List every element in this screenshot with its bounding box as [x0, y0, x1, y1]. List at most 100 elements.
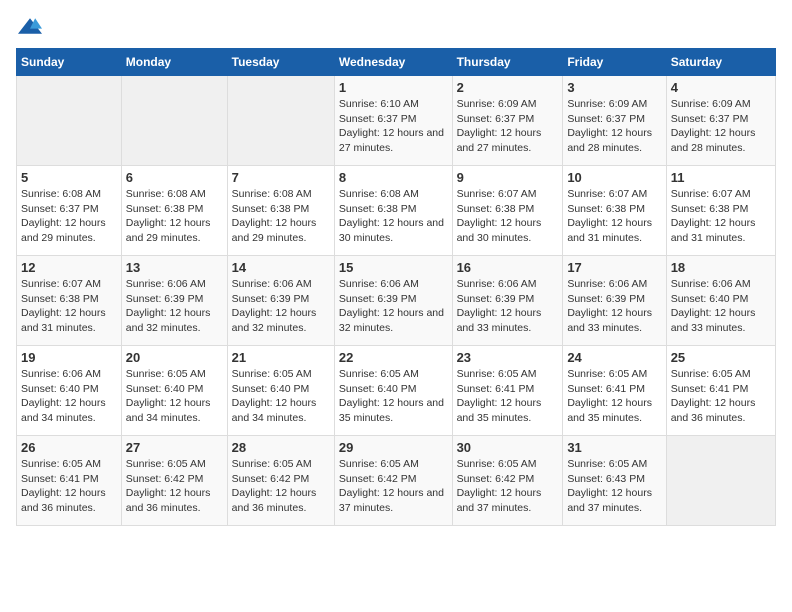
day-number: 3: [567, 80, 661, 95]
day-info: Sunrise: 6:07 AM Sunset: 6:38 PM Dayligh…: [671, 187, 771, 246]
calendar-cell: 6Sunrise: 6:08 AM Sunset: 6:38 PM Daylig…: [121, 166, 227, 256]
day-number: 5: [21, 170, 117, 185]
calendar-cell: 13Sunrise: 6:06 AM Sunset: 6:39 PM Dayli…: [121, 256, 227, 346]
calendar-cell: 3 Sunrise: 6:09 AM Sunset: 6:37 PM Daylig…: [563, 76, 666, 166]
day-info: Sunrise: 6:05 AM Sunset: 6:42 PM Dayligh…: [339, 457, 448, 516]
calendar-cell: 16 Sunrise: 6:06 AM Sunset: 6:39 PM Dayli…: [452, 256, 563, 346]
day-number: 27: [126, 440, 223, 455]
day-number: 23: [457, 350, 559, 365]
day-number: 25: [671, 350, 771, 365]
day-number: 10: [567, 170, 661, 185]
day-of-week-friday: Friday: [563, 49, 666, 76]
day-number: 9: [457, 170, 559, 185]
day-number: 4: [671, 80, 771, 95]
day-number: 11: [671, 170, 771, 185]
day-number: 1: [339, 80, 448, 95]
calendar-cell: 24Sunrise: 6:05 AM Sunset: 6:41 PM Dayli…: [563, 346, 666, 436]
day-number: 22: [339, 350, 448, 365]
calendar-cell: 29 Sunrise: 6:05 AM Sunset: 6:42 PM Dayli…: [334, 436, 452, 526]
calendar-cell: 2 Sunrise: 6:09 AM Sunset: 6:37 PM Daylig…: [452, 76, 563, 166]
day-of-week-monday: Monday: [121, 49, 227, 76]
calendar-header-row: SundayMondayTuesdayWednesdayThursdayFrid…: [17, 49, 776, 76]
calendar-cell: 1 Sunrise: 6:10 AM Sunset: 6:37 PM Daylig…: [334, 76, 452, 166]
calendar-cell: 30 Sunrise: 6:05 AM Sunset: 6:42 PM Dayli…: [452, 436, 563, 526]
day-of-week-wednesday: Wednesday: [334, 49, 452, 76]
day-info: Sunrise: 6:05 AM Sunset: 6:41 PM Dayligh…: [671, 367, 771, 426]
day-info: Sunrise: 6:05 AM Sunset: 6:42 PM Dayligh…: [457, 457, 559, 516]
day-info: Sunrise: 6:06 AM Sunset: 6:39 PM Dayligh…: [339, 277, 448, 336]
day-info: Sunrise: 6:06 AM Sunset: 6:40 PM Dayligh…: [671, 277, 771, 336]
calendar-cell: 25 Sunrise: 6:05 AM Sunset: 6:41 PM Dayli…: [666, 346, 775, 436]
day-of-week-saturday: Saturday: [666, 49, 775, 76]
day-info: Sunrise: 6:09 AM Sunset: 6:37 PM Dayligh…: [567, 97, 661, 156]
day-info: Sunrise: 6:09 AM Sunset: 6:37 PM Dayligh…: [671, 97, 771, 156]
day-info: Sunrise: 6:05 AM Sunset: 6:40 PM Dayligh…: [339, 367, 448, 426]
day-number: 13: [126, 260, 223, 275]
calendar-cell: 17 Sunrise: 6:06 AM Sunset: 6:39 PM Dayli…: [563, 256, 666, 346]
calendar-cell: 19Sunrise: 6:06 AM Sunset: 6:40 PM Dayli…: [17, 346, 122, 436]
day-info: Sunrise: 6:08 AM Sunset: 6:38 PM Dayligh…: [339, 187, 448, 246]
calendar-week-row: 5Sunrise: 6:08 AM Sunset: 6:37 PM Daylig…: [17, 166, 776, 256]
calendar-cell: [227, 76, 334, 166]
calendar-cell: 26Sunrise: 6:05 AM Sunset: 6:41 PM Dayli…: [17, 436, 122, 526]
calendar-week-row: 1 Sunrise: 6:10 AM Sunset: 6:37 PM Daylig…: [17, 76, 776, 166]
day-number: 12: [21, 260, 117, 275]
day-info: Sunrise: 6:05 AM Sunset: 6:40 PM Dayligh…: [232, 367, 330, 426]
calendar-cell: 15 Sunrise: 6:06 AM Sunset: 6:39 PM Dayli…: [334, 256, 452, 346]
day-number: 26: [21, 440, 117, 455]
calendar-cell: 7 Sunrise: 6:08 AM Sunset: 6:38 PM Daylig…: [227, 166, 334, 256]
day-of-week-tuesday: Tuesday: [227, 49, 334, 76]
day-number: 14: [232, 260, 330, 275]
calendar-cell: 23 Sunrise: 6:05 AM Sunset: 6:41 PM Dayli…: [452, 346, 563, 436]
day-info: Sunrise: 6:05 AM Sunset: 6:41 PM Dayligh…: [567, 367, 661, 426]
calendar-cell: 8Sunrise: 6:08 AM Sunset: 6:38 PM Daylig…: [334, 166, 452, 256]
calendar-cell: 21 Sunrise: 6:05 AM Sunset: 6:40 PM Dayli…: [227, 346, 334, 436]
day-number: 29: [339, 440, 448, 455]
calendar-cell: 14 Sunrise: 6:06 AM Sunset: 6:39 PM Dayli…: [227, 256, 334, 346]
day-info: Sunrise: 6:05 AM Sunset: 6:42 PM Dayligh…: [126, 457, 223, 516]
calendar-cell: 28 Sunrise: 6:05 AM Sunset: 6:42 PM Dayli…: [227, 436, 334, 526]
day-info: Sunrise: 6:06 AM Sunset: 6:39 PM Dayligh…: [457, 277, 559, 336]
day-number: 2: [457, 80, 559, 95]
day-number: 21: [232, 350, 330, 365]
calendar-cell: [17, 76, 122, 166]
day-number: 7: [232, 170, 330, 185]
logo: [16, 16, 42, 36]
day-info: Sunrise: 6:06 AM Sunset: 6:39 PM Dayligh…: [232, 277, 330, 336]
day-info: Sunrise: 6:05 AM Sunset: 6:40 PM Dayligh…: [126, 367, 223, 426]
day-info: Sunrise: 6:07 AM Sunset: 6:38 PM Dayligh…: [21, 277, 117, 336]
day-info: Sunrise: 6:05 AM Sunset: 6:43 PM Dayligh…: [567, 457, 661, 516]
day-info: Sunrise: 6:07 AM Sunset: 6:38 PM Dayligh…: [457, 187, 559, 246]
calendar-cell: 5Sunrise: 6:08 AM Sunset: 6:37 PM Daylig…: [17, 166, 122, 256]
day-number: 17: [567, 260, 661, 275]
day-info: Sunrise: 6:05 AM Sunset: 6:42 PM Dayligh…: [232, 457, 330, 516]
calendar-cell: 9 Sunrise: 6:07 AM Sunset: 6:38 PM Daylig…: [452, 166, 563, 256]
day-number: 16: [457, 260, 559, 275]
day-info: Sunrise: 6:06 AM Sunset: 6:39 PM Dayligh…: [567, 277, 661, 336]
day-info: Sunrise: 6:09 AM Sunset: 6:37 PM Dayligh…: [457, 97, 559, 156]
calendar-cell: 4 Sunrise: 6:09 AM Sunset: 6:37 PM Daylig…: [666, 76, 775, 166]
day-number: 6: [126, 170, 223, 185]
day-of-week-thursday: Thursday: [452, 49, 563, 76]
calendar-cell: 12 Sunrise: 6:07 AM Sunset: 6:38 PM Dayli…: [17, 256, 122, 346]
day-info: Sunrise: 6:07 AM Sunset: 6:38 PM Dayligh…: [567, 187, 661, 246]
day-number: 28: [232, 440, 330, 455]
day-info: Sunrise: 6:10 AM Sunset: 6:37 PM Dayligh…: [339, 97, 448, 156]
day-info: Sunrise: 6:05 AM Sunset: 6:41 PM Dayligh…: [457, 367, 559, 426]
day-info: Sunrise: 6:08 AM Sunset: 6:38 PM Dayligh…: [232, 187, 330, 246]
day-number: 30: [457, 440, 559, 455]
calendar-cell: 10 Sunrise: 6:07 AM Sunset: 6:38 PM Dayli…: [563, 166, 666, 256]
day-number: 15: [339, 260, 448, 275]
day-info: Sunrise: 6:06 AM Sunset: 6:40 PM Dayligh…: [21, 367, 117, 426]
calendar-cell: 18 Sunrise: 6:06 AM Sunset: 6:40 PM Dayli…: [666, 256, 775, 346]
day-number: 20: [126, 350, 223, 365]
page-header: [16, 16, 776, 36]
calendar-cell: 20 Sunrise: 6:05 AM Sunset: 6:40 PM Dayli…: [121, 346, 227, 436]
calendar-cell: [121, 76, 227, 166]
day-number: 31: [567, 440, 661, 455]
calendar-week-row: 19Sunrise: 6:06 AM Sunset: 6:40 PM Dayli…: [17, 346, 776, 436]
calendar-cell: 27 Sunrise: 6:05 AM Sunset: 6:42 PM Dayli…: [121, 436, 227, 526]
calendar-week-row: 26Sunrise: 6:05 AM Sunset: 6:41 PM Dayli…: [17, 436, 776, 526]
calendar-cell: [666, 436, 775, 526]
day-number: 18: [671, 260, 771, 275]
